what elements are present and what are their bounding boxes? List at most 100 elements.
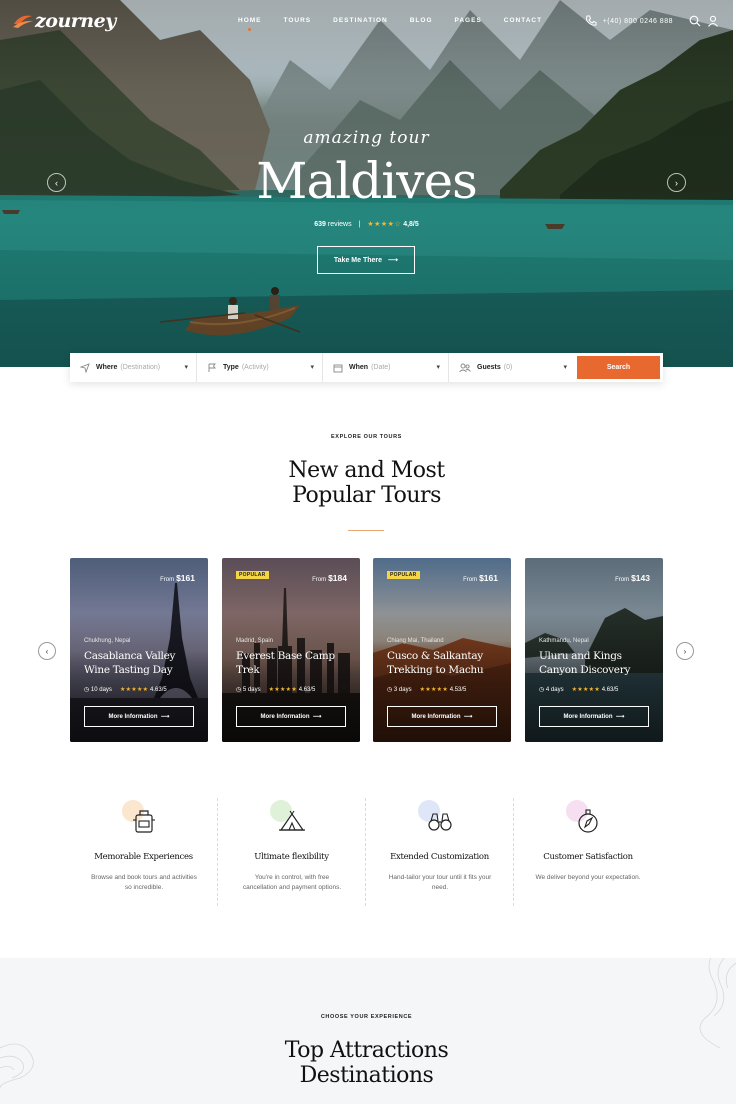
phone-number[interactable]: +(40) 800 0246 888	[603, 18, 673, 25]
clock-icon: ◷	[387, 687, 393, 693]
hero-next-arrow[interactable]: ›	[667, 173, 686, 192]
hero-review-count: 639	[314, 221, 326, 228]
more-information-label: More Information	[411, 713, 461, 720]
search-icon[interactable]	[689, 15, 701, 27]
card-rating: 4.53/5	[449, 686, 467, 693]
more-information-button[interactable]: More Information ⟶	[236, 706, 346, 727]
where-label: Where	[96, 364, 118, 371]
hero-prev-arrow[interactable]: ‹	[47, 173, 66, 192]
card-title[interactable]: Casablanca Valley Wine Tasting Day	[84, 650, 202, 677]
popular-badge: POPULAR	[387, 571, 420, 579]
clock-icon: ◷	[539, 687, 545, 693]
menu-item-home[interactable]: HOME	[238, 17, 262, 31]
tours-next-arrow[interactable]: ›	[676, 642, 694, 660]
tour-card[interactable]: POPULAR From $161 Chiang Mai, Thailand Cu…	[373, 558, 511, 742]
feature-icon-wrap	[566, 800, 604, 836]
price-from-label: From	[312, 577, 327, 583]
card-price: From $184	[312, 573, 347, 583]
feature-title: Customer Satisfaction	[543, 852, 633, 862]
card-price: From $161	[463, 573, 498, 583]
compass-icon	[578, 809, 598, 833]
arrow-right-icon: ⟶	[160, 714, 170, 720]
chevron-down-icon: ▾	[563, 364, 567, 371]
menu-item-destination[interactable]: DESTINATION	[333, 17, 388, 24]
calendar-icon	[333, 364, 343, 372]
tours-eyebrow: EXPLORE OUR TOURS	[331, 434, 402, 440]
feature-customer-satisfaction: Customer Satisfaction We deliver beyond …	[514, 798, 662, 906]
flag-icon	[208, 363, 216, 372]
feature-description: You're in control, with free cancellatio…	[242, 874, 342, 891]
phone-icon	[585, 15, 597, 26]
search-field-when[interactable]: When (Date) ▾	[323, 353, 449, 382]
hero-script-text: amazing tour	[303, 128, 430, 148]
section-divider	[348, 530, 384, 531]
star-icons: ★★★★★	[571, 687, 601, 693]
clock-icon: ◷	[236, 687, 242, 693]
guests-label: Guests	[477, 364, 501, 371]
card-location: Chukhung, Nepal	[84, 638, 131, 644]
star-icons: ★★★★★	[268, 687, 298, 693]
attractions-section: CHOOSE YOUR EXPERIENCE Top Attractions D…	[0, 958, 736, 1104]
card-meta: ◷ 10 days ★★★★★ 4.63/5	[84, 686, 167, 694]
card-title[interactable]: Uluru and Kings Canyon Discovery	[539, 650, 657, 677]
arrow-right-icon: ⟶	[388, 257, 399, 264]
card-title[interactable]: Everest Base Camp Trek	[236, 650, 354, 677]
feature-description: We deliver beyond your expectation.	[535, 874, 641, 881]
hero-review-label: reviews	[327, 221, 352, 228]
price-value: $184	[328, 573, 347, 583]
tours-title-line2: Popular Tours	[292, 483, 441, 508]
user-icon[interactable]	[707, 15, 719, 27]
feature-title: Ultimate flexibility	[254, 852, 329, 862]
search-field-where[interactable]: Where (Destination) ▾	[70, 353, 197, 382]
feature-icon-wrap	[269, 800, 308, 836]
more-information-button[interactable]: More Information ⟶	[84, 706, 194, 727]
type-placeholder: (Activity)	[241, 364, 269, 371]
feature-ultimate-flexibility: Ultimate flexibility You're in control, …	[218, 798, 366, 906]
more-information-label: More Information	[563, 713, 613, 720]
feature-memorable-experiences: Memorable Experiences Browse and book to…	[70, 798, 218, 906]
price-from-label: From	[160, 577, 175, 583]
price-value: $143	[631, 573, 650, 583]
arrow-right-icon: ⟶	[615, 714, 625, 720]
menu-item-tours[interactable]: TOURS	[284, 17, 312, 24]
card-meta: ◷ 5 days ★★★★★ 4.63/5	[236, 686, 316, 694]
tour-card[interactable]: From $161 Chukhung, Nepal Casablanca Vall…	[70, 558, 208, 742]
more-information-button[interactable]: More Information ⟶	[387, 706, 497, 727]
search-field-type[interactable]: Type (Activity) ▾	[197, 353, 323, 382]
feature-icon-wrap	[121, 800, 160, 836]
main-menu: HOME TOURS DESTINATION BLOG PAGES CONTAC…	[238, 17, 542, 31]
card-title[interactable]: Cusco & Salkantay Trekking to Machu	[387, 650, 505, 677]
card-location: Chiang Mai, Thailand	[387, 638, 444, 644]
attractions-eyebrow: CHOOSE YOUR EXPERIENCE	[320, 1014, 413, 1020]
card-duration: 10 days	[90, 686, 112, 693]
take-me-there-button[interactable]: Take Me There ⟶	[317, 246, 415, 274]
attractions-title-line2: Destinations	[299, 1063, 434, 1088]
tour-card[interactable]: From $143 Kathmandu, Nepal Uluru and King…	[525, 558, 663, 742]
search-field-guests[interactable]: Guests (0) ▾	[449, 353, 575, 382]
star-icons: ★★★★☆	[367, 221, 402, 228]
card-rating: 4.63/5	[298, 686, 316, 693]
feature-title: Memorable Experiences	[94, 852, 193, 862]
feature-extended-customization: Extended Customization Hand-tailor your …	[366, 798, 514, 906]
backpack-icon	[132, 810, 155, 833]
feature-title: Extended Customization	[390, 852, 489, 862]
card-price: From $143	[615, 573, 650, 583]
search-button[interactable]: Search	[577, 356, 660, 379]
take-me-there-label: Take Me There	[333, 256, 383, 264]
more-information-button[interactable]: More Information ⟶	[539, 706, 649, 727]
tent-icon	[278, 810, 305, 831]
card-location: Kathmandu, Nepal	[539, 638, 589, 644]
chevron-down-icon: ▾	[436, 364, 440, 371]
feature-description: Hand-tailor your tour until it fits your…	[388, 874, 492, 891]
more-information-label: More Information	[108, 713, 158, 720]
menu-item-blog[interactable]: BLOG	[410, 17, 433, 24]
guests-icon	[459, 363, 471, 372]
tours-prev-arrow[interactable]: ‹	[38, 642, 56, 660]
price-value: $161	[176, 573, 195, 583]
tour-card[interactable]: POPULAR From $184 Madrid, Spain Everest B…	[222, 558, 360, 742]
more-information-label: More Information	[260, 713, 310, 720]
brand-logo[interactable]: zourney	[12, 10, 116, 32]
menu-item-pages[interactable]: PAGES	[455, 17, 482, 24]
menu-item-contact[interactable]: CONTACT	[504, 17, 542, 24]
arrow-right-icon: ⟶	[463, 714, 473, 720]
